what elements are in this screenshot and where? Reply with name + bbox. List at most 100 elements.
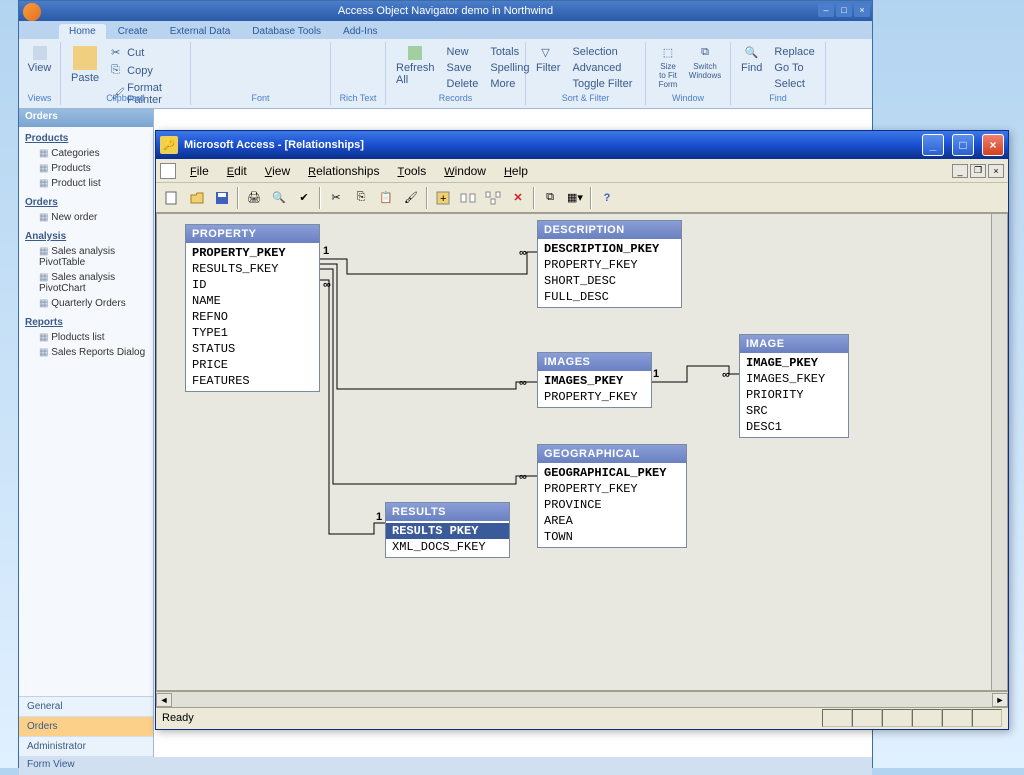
fg-titlebar[interactable]: 🔑 Microsoft Access - [Relationships] _ □… bbox=[156, 131, 1008, 159]
table-property[interactable]: PROPERTY PROPERTY_PKEY RESULTS_FKEY ID N… bbox=[185, 224, 320, 392]
nav-group-reports[interactable]: Reports bbox=[21, 315, 151, 330]
fg-minimize[interactable]: _ bbox=[922, 134, 944, 156]
tab-database-tools[interactable]: Database Tools bbox=[242, 24, 331, 39]
field[interactable]: AREA bbox=[538, 513, 686, 529]
size-to-fit-button[interactable]: ⬚Size to Fit Form bbox=[652, 44, 684, 91]
menu-edit[interactable]: Edit bbox=[219, 161, 255, 181]
table-description[interactable]: DESCRIPTION DESCRIPTION_PKEY PROPERTY_FK… bbox=[537, 220, 682, 308]
toolbar-new-icon[interactable] bbox=[160, 186, 184, 210]
mdi-icon[interactable] bbox=[160, 163, 176, 179]
toolbar-copy-icon[interactable]: ⎘ bbox=[349, 186, 373, 210]
delete-button[interactable]: Delete bbox=[443, 76, 483, 92]
toolbar-format-painter-icon[interactable]: 🖌 bbox=[399, 186, 423, 210]
vertical-scrollbar[interactable] bbox=[991, 214, 1007, 690]
toolbar-save-icon[interactable] bbox=[210, 186, 234, 210]
toggle-filter-button[interactable]: Toggle Filter bbox=[568, 76, 636, 92]
nav-item[interactable]: Ploducts list bbox=[21, 330, 151, 345]
table-image[interactable]: IMAGE IMAGE_PKEY IMAGES_FKEY PRIORITY SR… bbox=[739, 334, 849, 438]
menu-tools[interactable]: Tools bbox=[389, 161, 434, 181]
toolbar-cut-icon[interactable]: ✂ bbox=[324, 186, 348, 210]
field[interactable]: PROPERTY_PKEY bbox=[186, 245, 319, 261]
nav-item[interactable]: Sales Reports Dialog bbox=[21, 345, 151, 360]
field[interactable]: STATUS bbox=[186, 341, 319, 357]
field[interactable]: XML_DOCS_FKEY bbox=[386, 539, 509, 555]
table-images[interactable]: IMAGES IMAGES_PKEY PROPERTY_FKEY bbox=[537, 352, 652, 408]
table-geographical[interactable]: GEOGRAPHICAL GEOGRAPHICAL_PKEY PROPERTY_… bbox=[537, 444, 687, 548]
menu-window[interactable]: Window bbox=[436, 161, 494, 181]
toolbar-all-rel-icon[interactable] bbox=[481, 186, 505, 210]
field[interactable]: PROVINCE bbox=[538, 497, 686, 513]
mdi-close[interactable]: × bbox=[988, 164, 1004, 178]
select-button[interactable]: Select bbox=[770, 76, 818, 92]
field[interactable]: PROPERTY_FKEY bbox=[538, 257, 681, 273]
field[interactable]: IMAGE_PKEY bbox=[740, 355, 848, 371]
field[interactable]: IMAGES_FKEY bbox=[740, 371, 848, 387]
toolbar-new-object-icon[interactable]: ▦▾ bbox=[563, 186, 587, 210]
bg-close[interactable]: × bbox=[854, 3, 870, 17]
field[interactable]: TOWN bbox=[538, 529, 686, 545]
field[interactable]: FEATURES bbox=[186, 373, 319, 389]
field[interactable]: PRIORITY bbox=[740, 387, 848, 403]
refresh-button[interactable]: Refresh All bbox=[392, 44, 439, 92]
field[interactable]: SHORT_DESC bbox=[538, 273, 681, 289]
nav-group-orders[interactable]: Orders bbox=[21, 195, 151, 210]
nav-group-products[interactable]: Products bbox=[21, 131, 151, 146]
menu-relationships[interactable]: Relationships bbox=[300, 161, 387, 181]
bg-minimize[interactable]: – bbox=[818, 3, 834, 17]
mdi-minimize[interactable]: _ bbox=[952, 164, 968, 178]
advanced-button[interactable]: Advanced bbox=[568, 60, 636, 76]
menu-help[interactable]: Help bbox=[496, 161, 536, 181]
toolbar-open-icon[interactable] bbox=[185, 186, 209, 210]
goto-button[interactable]: Go To bbox=[770, 60, 818, 76]
table-results[interactable]: RESULTS RESULTS PKEY XML_DOCS_FKEY bbox=[385, 502, 510, 558]
toolbar-db-window-icon[interactable]: ⧉ bbox=[538, 186, 562, 210]
field[interactable]: RESULTS PKEY bbox=[386, 523, 509, 539]
toolbar-clear-layout-icon[interactable]: ✕ bbox=[506, 186, 530, 210]
nav-item[interactable]: Sales analysis PivotChart bbox=[21, 270, 151, 296]
nav-bottom-general[interactable]: General bbox=[19, 697, 153, 717]
menu-file[interactable]: File bbox=[182, 161, 217, 181]
menu-view[interactable]: View bbox=[257, 161, 298, 181]
bg-maximize[interactable]: □ bbox=[836, 3, 852, 17]
toolbar-preview-icon[interactable]: 🔍 bbox=[267, 186, 291, 210]
nav-item[interactable]: Sales analysis PivotTable bbox=[21, 244, 151, 270]
field[interactable]: FULL_DESC bbox=[538, 289, 681, 305]
field[interactable]: SRC bbox=[740, 403, 848, 419]
save-button[interactable]: Save bbox=[443, 60, 483, 76]
toolbar-spelling-icon[interactable]: ✔ bbox=[292, 186, 316, 210]
cut-button[interactable]: ✂Cut bbox=[107, 44, 184, 62]
nav-group-analysis[interactable]: Analysis bbox=[21, 229, 151, 244]
toolbar-direct-rel-icon[interactable] bbox=[456, 186, 480, 210]
filter-button[interactable]: ▽Filter bbox=[532, 44, 564, 92]
fg-maximize[interactable]: □ bbox=[952, 134, 974, 156]
relationships-canvas[interactable]: 1∞ ∞ ∞ ∞1 1∞ PROPERTY PROPERTY_PKEY RESU… bbox=[156, 213, 1008, 691]
field[interactable]: PROPERTY_FKEY bbox=[538, 389, 651, 405]
toolbar-help-icon[interactable]: ? bbox=[595, 186, 619, 210]
nav-item[interactable]: Product list bbox=[21, 176, 151, 191]
field[interactable]: GEOGRAPHICAL_PKEY bbox=[538, 465, 686, 481]
toolbar-show-table-icon[interactable]: + bbox=[431, 186, 455, 210]
tab-external-data[interactable]: External Data bbox=[160, 24, 241, 39]
field[interactable]: DESC1 bbox=[740, 419, 848, 435]
nav-bottom-orders[interactable]: Orders bbox=[19, 717, 153, 737]
switch-windows-button[interactable]: ⧉Switch Windows bbox=[686, 44, 724, 91]
field[interactable]: NAME bbox=[186, 293, 319, 309]
fg-close[interactable]: × bbox=[982, 134, 1004, 156]
nav-header[interactable]: Orders bbox=[19, 109, 153, 127]
view-button[interactable]: View bbox=[25, 44, 54, 76]
replace-button[interactable]: Replace bbox=[770, 44, 818, 60]
field[interactable]: RESULTS_FKEY bbox=[186, 261, 319, 277]
field[interactable]: REFNO bbox=[186, 309, 319, 325]
office-button[interactable] bbox=[23, 3, 41, 21]
horizontal-scrollbar[interactable]: ◄ ► bbox=[156, 691, 1008, 707]
scroll-left-icon[interactable]: ◄ bbox=[156, 693, 172, 707]
field[interactable]: IMAGES_PKEY bbox=[538, 373, 651, 389]
toolbar-paste-icon[interactable]: 📋 bbox=[374, 186, 398, 210]
scroll-right-icon[interactable]: ► bbox=[992, 693, 1008, 707]
copy-button[interactable]: ⎘Copy bbox=[107, 62, 184, 80]
nav-item[interactable]: New order bbox=[21, 210, 151, 225]
field[interactable]: ID bbox=[186, 277, 319, 293]
new-button[interactable]: New bbox=[443, 44, 483, 60]
field[interactable]: PRICE bbox=[186, 357, 319, 373]
nav-bottom-admin[interactable]: Administrator bbox=[19, 737, 153, 757]
